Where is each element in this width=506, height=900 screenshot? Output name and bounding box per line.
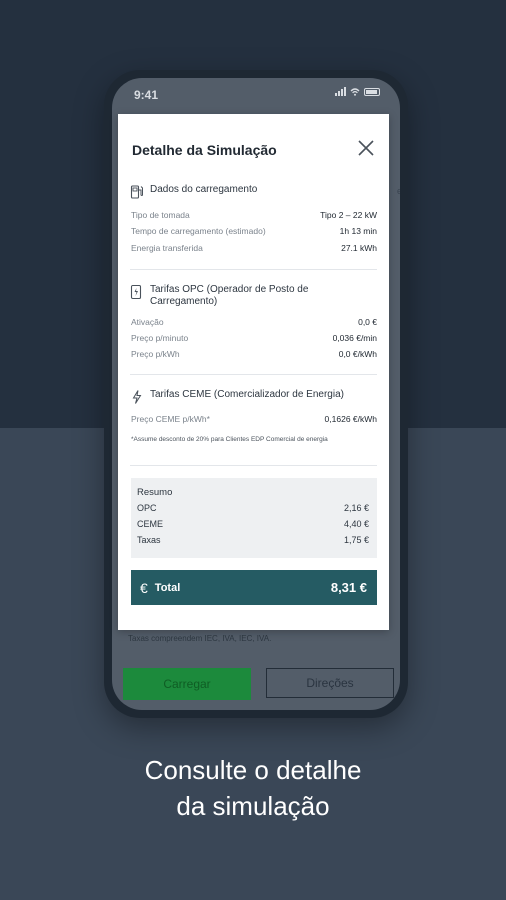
section-ceme-title: Tarifas CEME (Comercializador de Energia… — [150, 389, 344, 400]
caption-line-1: Consulte o detalhe — [144, 755, 362, 785]
simulation-detail-modal: Detalhe da Simulação Dados do carregamen… — [118, 114, 389, 630]
row-label: Taxas — [137, 535, 161, 545]
row-label: Energia transferida — [131, 243, 203, 253]
close-icon[interactable] — [357, 139, 375, 157]
section-charging-data-header: Dados do carregamento — [130, 184, 257, 200]
status-icons — [335, 87, 380, 96]
row-value: 2,16 € — [343, 503, 369, 513]
row-label: Preço CEME p/kWh* — [131, 414, 210, 424]
row-label: Preço p/minuto — [131, 333, 189, 343]
fuel-pump-icon — [130, 185, 143, 199]
divider — [130, 269, 377, 270]
carregar-button[interactable]: Carregar — [123, 668, 251, 700]
signal-icon — [335, 87, 346, 96]
charging-station-icon — [130, 284, 142, 300]
euro-icon: € — [140, 579, 148, 596]
section-charging-data-title: Dados do carregamento — [150, 184, 258, 195]
total-left: € Total — [140, 580, 180, 596]
row-activation: Ativação 0,0 € — [131, 317, 377, 328]
lightning-icon — [132, 390, 142, 404]
total-label: Total — [154, 581, 181, 594]
row-energy-transferred: Energia transferida 27.1 kWh — [131, 243, 377, 254]
status-time: 9:41 — [134, 88, 159, 102]
row-value: 0,0 €/kWh — [338, 349, 377, 359]
row-value: 27.1 kWh — [341, 243, 377, 253]
total-bar: € Total 8,31 € — [131, 570, 377, 605]
summary-box: Resumo OPC 2,16 € CEME 4,40 € Taxas 1,75… — [131, 478, 377, 558]
divider — [130, 465, 377, 466]
row-ceme-price: Preço CEME p/kWh* 0,1626 €/kWh — [131, 414, 377, 425]
row-label: Preço p/kWh — [131, 349, 180, 359]
row-label: OPC — [137, 503, 157, 513]
section-ceme-header: Tarifas CEME (Comercializador de Energia… — [130, 389, 344, 405]
section-opc-header: Tarifas OPC (Operador de Posto de Carreg… — [130, 284, 350, 308]
divider — [130, 374, 377, 375]
wifi-icon — [350, 87, 360, 96]
row-price-per-minute: Preço p/minuto 0,036 €/min — [131, 333, 377, 344]
row-value: 0,036 €/min — [332, 333, 377, 343]
caption-line-2: da simulação — [176, 791, 330, 821]
row-socket-type: Tipo de tomada Tipo 2 – 22 kW — [131, 210, 377, 221]
row-value: 4,40 € — [343, 519, 369, 529]
battery-icon — [364, 87, 380, 96]
summary-row-ceme: CEME 4,40 € — [137, 519, 369, 529]
summary-row-opc: OPC 2,16 € — [137, 503, 369, 513]
modal-title: Detalhe da Simulação — [132, 142, 277, 158]
row-value: Tipo 2 – 22 kW — [320, 210, 377, 220]
row-price-per-kwh: Preço p/kWh 0,0 €/kWh — [131, 349, 377, 360]
background-taxes-note: Taxas compreendem IEC, IVA, IEC, IVA. — [128, 634, 272, 643]
row-value: 1h 13 min — [339, 226, 377, 236]
section-opc-title: Tarifas OPC (Operador de Posto de Carreg… — [150, 284, 309, 307]
row-value: 0,0 € — [358, 317, 377, 327]
row-value: 0,1626 €/kWh — [324, 414, 377, 424]
row-value: 1,75 € — [343, 535, 369, 545]
summary-title: Resumo — [137, 487, 173, 498]
background-text-fragment: er — [397, 186, 400, 196]
total-value: 8,31 € — [330, 580, 367, 595]
summary-row-taxes: Taxas 1,75 € — [137, 535, 369, 545]
row-label: Ativação — [131, 317, 164, 327]
marketing-caption: Consulte o detalhe da simulação — [0, 752, 506, 824]
row-label: Tipo de tomada — [131, 210, 190, 220]
discount-footnote: *Assume desconto de 20% para Clientes ED… — [131, 436, 328, 443]
row-label: Tempo de carregamento (estimado) — [131, 226, 266, 236]
direcoes-button[interactable]: Direções — [266, 668, 394, 698]
row-charging-time: Tempo de carregamento (estimado) 1h 13 m… — [131, 226, 377, 237]
row-label: CEME — [137, 519, 164, 529]
